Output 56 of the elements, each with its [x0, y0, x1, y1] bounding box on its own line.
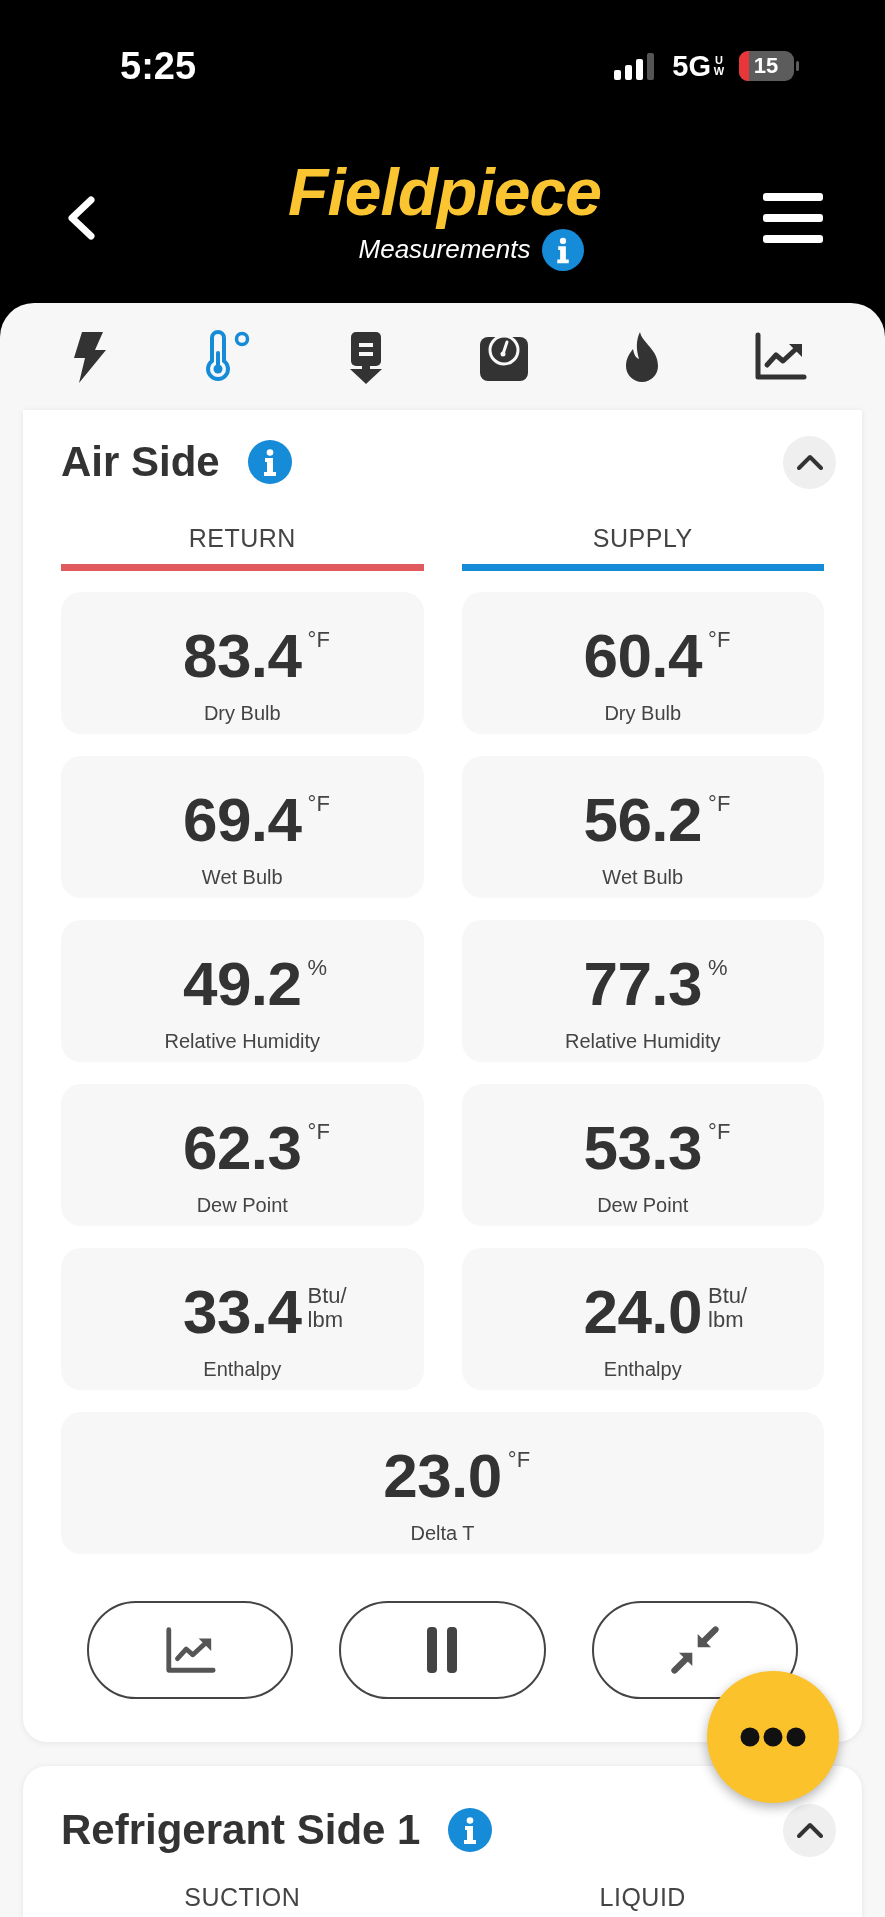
- menu-icon[interactable]: [763, 192, 823, 243]
- reading-label: Delta T: [410, 1521, 475, 1546]
- reading-label: Relative Humidity: [564, 1029, 721, 1054]
- section-title: Air Side: [61, 438, 220, 486]
- column-label: SUPPLY: [592, 523, 693, 554]
- reading-value: 77.3: [583, 949, 703, 1018]
- reading-label: Wet Bulb: [201, 865, 283, 890]
- reading-label: Dew Point: [597, 1193, 689, 1218]
- reading-unit: °F: [708, 1120, 731, 1144]
- reading-label: Enthalpy: [603, 1357, 682, 1382]
- pause-icon[interactable]: [427, 1627, 458, 1673]
- reading-unit: Btu/lbm: [708, 1284, 749, 1332]
- reading-value: 23.0: [383, 1441, 502, 1510]
- back-icon[interactable]: [66, 195, 96, 240]
- more-icon[interactable]: [740, 1727, 806, 1747]
- reading-value: 56.2: [583, 785, 703, 854]
- network-type: 5G: [672, 49, 711, 83]
- reading-label: Dry Bulb: [203, 701, 281, 726]
- arrows-inward-icon[interactable]: [669, 1625, 720, 1675]
- collapse-button[interactable]: [783, 435, 836, 489]
- reading-label: Enthalpy: [203, 1357, 282, 1382]
- reading-value: 83.4: [182, 621, 302, 690]
- status-time: 5:25: [120, 44, 197, 88]
- trend-chart-icon[interactable]: [163, 1625, 218, 1675]
- column-label: LIQUID: [599, 1882, 686, 1912]
- reading-unit: °F: [307, 628, 330, 652]
- reading-unit: Btu/lbm: [307, 1284, 348, 1332]
- reading-label: Relative Humidity: [164, 1029, 321, 1054]
- reading-value: 53.3: [583, 1113, 703, 1182]
- section-title: Refrigerant Side 1: [61, 1806, 421, 1854]
- reading-value: 69.4: [182, 785, 302, 854]
- reading-label: Wet Bulb: [602, 865, 684, 890]
- collapse-button[interactable]: [783, 1803, 836, 1857]
- reading-value: 33.4: [182, 1277, 302, 1346]
- reading-unit: °F: [307, 1120, 330, 1144]
- reading-unit: °F: [708, 792, 731, 816]
- chevron-up-icon[interactable]: [796, 454, 823, 470]
- reading-unit: °F: [507, 1448, 531, 1472]
- reading-unit: %: [708, 956, 728, 980]
- reading-unit: %: [307, 956, 328, 980]
- column-label: SUCTION: [184, 1882, 301, 1912]
- chevron-up-icon[interactable]: [796, 1822, 823, 1838]
- info-icon[interactable]: [542, 228, 585, 271]
- network-suffix-text: UW: [713, 55, 725, 77]
- battery-icon: [739, 51, 799, 81]
- reading-label: Dry Bulb: [604, 701, 682, 726]
- reading-value: 60.4: [583, 621, 703, 690]
- reading-value: 49.2: [182, 949, 302, 1018]
- battery-percentage: 15: [753, 53, 779, 79]
- reading-label: Dew Point: [196, 1193, 288, 1218]
- reading-value: 24.0: [583, 1277, 703, 1346]
- column-label: RETURN: [188, 523, 296, 554]
- reading-unit: °F: [307, 792, 330, 816]
- reading-value: 62.3: [182, 1113, 302, 1182]
- reading-unit: °F: [708, 628, 731, 652]
- page-title: Measurements: [358, 234, 531, 265]
